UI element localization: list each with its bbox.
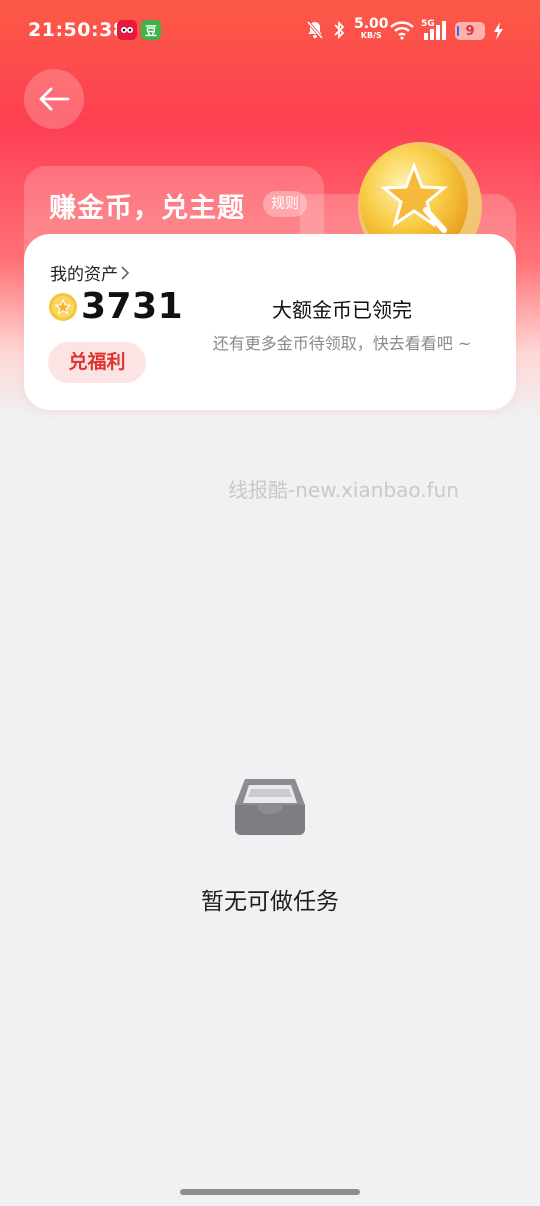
douban-app-icon: 豆 bbox=[141, 20, 161, 40]
status-bar: 21:50:38 豆 5.00 KB/S 5G 9 bbox=[0, 0, 540, 62]
speed-unit: KB/S bbox=[360, 31, 382, 40]
redeem-benefits-button[interactable]: 兑福利 bbox=[48, 342, 146, 383]
empty-tray-icon bbox=[235, 779, 305, 835]
banner-title: 赚金币，兑主题 bbox=[49, 193, 245, 224]
asset-card: 我的资产 3731 兑福利 大额金币已领完 还有更多金币待领取，快去看看吧 ~ bbox=[24, 234, 516, 410]
back-button[interactable] bbox=[24, 69, 84, 129]
app-notification-icon bbox=[117, 20, 137, 40]
speed-value: 5.00 bbox=[354, 16, 389, 32]
empty-state-message: 暂无可做任务 bbox=[201, 889, 339, 915]
watermark-text: 线报酷-new.xianbao.fun bbox=[228, 478, 459, 502]
home-indicator[interactable] bbox=[180, 1189, 360, 1195]
chevron-right-icon bbox=[121, 265, 130, 280]
network-speed: 5.00 KB/S bbox=[354, 17, 389, 40]
wifi-icon bbox=[389, 18, 415, 42]
my-assets-label: 我的资产 bbox=[50, 265, 118, 285]
rules-button[interactable]: 规则 bbox=[263, 191, 307, 217]
bluetooth-icon bbox=[332, 18, 346, 42]
signal-icon bbox=[423, 18, 449, 42]
battery-icon: 9 bbox=[455, 22, 485, 40]
my-assets-link[interactable]: 我的资产 bbox=[50, 260, 130, 285]
mute-bell-icon bbox=[305, 18, 325, 42]
claimed-subtitle: 还有更多金币待领取，快去看看吧 ~ bbox=[212, 334, 472, 353]
claimed-title: 大额金币已领完 bbox=[272, 298, 412, 322]
status-time: 21:50:38 bbox=[28, 19, 127, 41]
back-arrow-icon bbox=[39, 87, 70, 111]
coin-balance: 3731 bbox=[81, 286, 184, 327]
charging-icon bbox=[492, 21, 504, 45]
coin-icon bbox=[49, 293, 77, 321]
